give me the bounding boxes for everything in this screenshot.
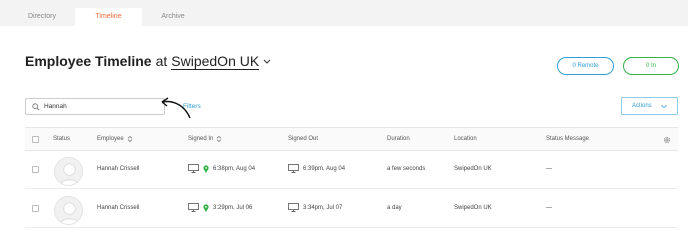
duration-cell: a few seconds bbox=[387, 166, 426, 172]
monitor-icon bbox=[288, 164, 299, 173]
status-message-cell: — bbox=[546, 166, 552, 172]
tab-bar: Directory Timeline Archive bbox=[0, 0, 688, 26]
tab-directory[interactable]: Directory bbox=[14, 8, 70, 26]
duration-cell: a day bbox=[387, 205, 402, 211]
signed-in-cell: 3:29pm, Jul 06 bbox=[188, 203, 252, 212]
tab-archive[interactable]: Archive bbox=[147, 8, 199, 26]
column-status: Status bbox=[53, 136, 71, 142]
table-header: Status Employee Signed In Signed Out Dur… bbox=[25, 127, 678, 151]
signed-out-cell: 6:39pm, Aug 04 bbox=[288, 164, 345, 173]
signed-out-cell: 3:34pm, Jul 07 bbox=[288, 203, 342, 212]
page-title-at: at bbox=[155, 53, 168, 69]
monitor-icon bbox=[188, 203, 199, 212]
page-title-row: Employee Timeline at SwipedOn UK bbox=[25, 53, 272, 70]
employee-name: Hannah Crissell bbox=[97, 205, 140, 211]
row-checkbox[interactable] bbox=[32, 205, 39, 212]
search-input[interactable] bbox=[44, 103, 154, 110]
remote-count-button[interactable]: 0 Remote bbox=[557, 57, 614, 75]
signed-in-cell: 6:38pm, Aug 04 bbox=[188, 164, 255, 173]
status-message-cell: — bbox=[546, 205, 552, 211]
column-duration: Duration bbox=[387, 136, 410, 142]
table-row[interactable]: Hannah Crissell 3:29pm, Jul 06 3:34pm, J… bbox=[25, 190, 678, 228]
column-status-message: Status Message bbox=[546, 136, 590, 142]
column-signed-out: Signed Out bbox=[288, 136, 319, 142]
main-panel: Employee Timeline at SwipedOn UK 0 Remot… bbox=[0, 26, 688, 244]
actions-dropdown[interactable]: Actions bbox=[621, 97, 678, 115]
search-icon bbox=[32, 102, 40, 110]
location-cell: SwipedOn UK bbox=[454, 205, 492, 211]
chevron-down-icon bbox=[661, 104, 667, 109]
filters-link[interactable]: Filters bbox=[183, 103, 201, 110]
column-location: Location bbox=[454, 136, 477, 142]
sort-icon bbox=[217, 136, 222, 142]
sort-icon bbox=[127, 136, 132, 142]
location-cell: SwipedOn UK bbox=[454, 166, 492, 172]
avatar bbox=[54, 157, 83, 186]
column-employee[interactable]: Employee bbox=[97, 136, 133, 142]
monitor-icon bbox=[188, 164, 199, 173]
tab-timeline[interactable]: Timeline bbox=[75, 8, 142, 26]
gear-icon[interactable] bbox=[663, 136, 671, 144]
page-title: Employee Timeline bbox=[25, 53, 152, 69]
employee-name: Hannah Crissell bbox=[97, 166, 140, 172]
monitor-icon bbox=[288, 203, 299, 212]
location-pin-icon bbox=[203, 203, 209, 212]
location-pin-icon bbox=[203, 164, 209, 173]
column-signed-in[interactable]: Signed In bbox=[188, 136, 222, 142]
row-checkbox[interactable] bbox=[32, 166, 39, 173]
avatar bbox=[54, 196, 83, 225]
select-all-checkbox[interactable] bbox=[32, 136, 39, 143]
actions-label: Actions bbox=[632, 103, 652, 109]
in-count-button[interactable]: 0 In bbox=[623, 57, 679, 75]
chevron-down-icon[interactable] bbox=[262, 56, 272, 66]
table-row[interactable]: Hannah Crissell 6:38pm, Aug 04 6:39pm, A… bbox=[25, 151, 678, 189]
company-selector[interactable]: SwipedOn UK bbox=[171, 54, 260, 70]
